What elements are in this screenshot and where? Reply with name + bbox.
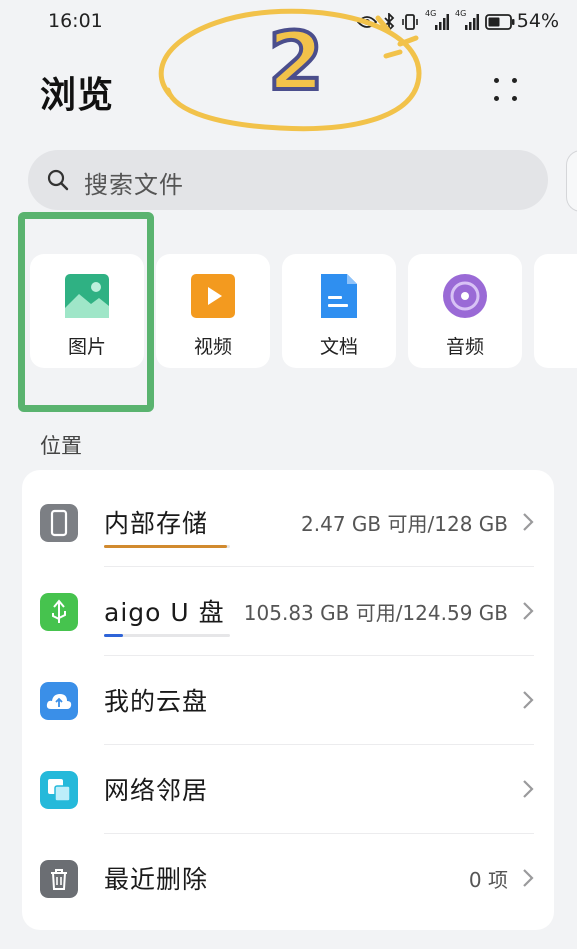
list-item-internal-storage[interactable]: 内部存储 2.47 GB 可用/128 GB: [22, 478, 554, 567]
row-label: 最近删除: [104, 865, 209, 894]
category-label: 音频: [445, 336, 484, 358]
location-section-title: 位置: [40, 434, 82, 458]
category-documents[interactable]: 文档: [282, 254, 396, 368]
signal-icon: [435, 14, 449, 30]
trash-icon: [40, 860, 78, 898]
document-icon: [321, 274, 357, 318]
search-placeholder: 搜索文件: [84, 171, 184, 199]
phone-icon: [40, 504, 78, 542]
category-more[interactable]: [534, 254, 577, 368]
battery-percent: 54%: [516, 10, 559, 32]
network-icon: [40, 771, 78, 809]
storage-usage-bar: [104, 545, 230, 548]
page-title: 浏览: [40, 75, 115, 116]
signal-strength-1: 4G: [425, 9, 449, 31]
category-label: 文档: [319, 336, 358, 358]
row-detail: 2.47 GB 可用/128 GB: [301, 512, 508, 536]
more-options-icon[interactable]: [490, 72, 524, 106]
side-panel-handle[interactable]: [566, 150, 577, 212]
search-icon: [47, 169, 69, 191]
storage-usage-fill: [104, 634, 123, 637]
list-item-usb-drive[interactable]: aigo U 盘 105.83 GB 可用/124.59 GB: [22, 567, 554, 656]
location-list: 内部存储 2.47 GB 可用/128 GB aigo U 盘 105.83 G…: [22, 470, 554, 930]
list-item-network-neighbors[interactable]: 网络邻居: [22, 745, 554, 834]
category-label: 视频: [193, 336, 232, 358]
list-item-cloud-drive[interactable]: 我的云盘: [22, 656, 554, 745]
chevron-right-icon: [523, 869, 534, 887]
video-icon: [191, 274, 235, 318]
status-icons: 4G 4G: [357, 9, 515, 32]
category-audio[interactable]: 音频: [408, 254, 522, 368]
chevron-right-icon: [523, 513, 534, 531]
signal-icon: [465, 14, 479, 30]
row-detail: 0 项: [468, 868, 508, 892]
battery-icon: [485, 14, 515, 30]
usb-icon: [40, 593, 78, 631]
vibrate-icon: [402, 14, 418, 30]
search-input[interactable]: 搜索文件: [28, 150, 548, 210]
chevron-right-icon: [523, 602, 534, 620]
audio-icon: [443, 274, 487, 318]
storage-usage-fill: [104, 545, 228, 548]
row-label: 内部存储: [104, 509, 209, 538]
storage-usage-bar: [104, 634, 230, 637]
bluetooth-icon: [384, 13, 395, 31]
images-highlight-box: [18, 212, 154, 412]
row-label: aigo U 盘: [104, 598, 225, 627]
chevron-right-icon: [523, 691, 534, 709]
cloud-icon: [40, 682, 78, 720]
status-time: 16:01: [48, 10, 103, 32]
list-item-recently-deleted[interactable]: 最近删除 0 项: [22, 834, 554, 923]
category-videos[interactable]: 视频: [156, 254, 270, 368]
row-detail: 105.83 GB 可用/124.59 GB: [243, 601, 508, 625]
eye-icon: [357, 16, 377, 28]
row-label: 我的云盘: [104, 687, 209, 716]
chevron-right-icon: [523, 780, 534, 798]
row-label: 网络邻居: [104, 776, 209, 805]
status-bar: 16:01 4G 4G 54%: [0, 0, 577, 44]
signal-strength-2: 4G: [455, 9, 479, 31]
